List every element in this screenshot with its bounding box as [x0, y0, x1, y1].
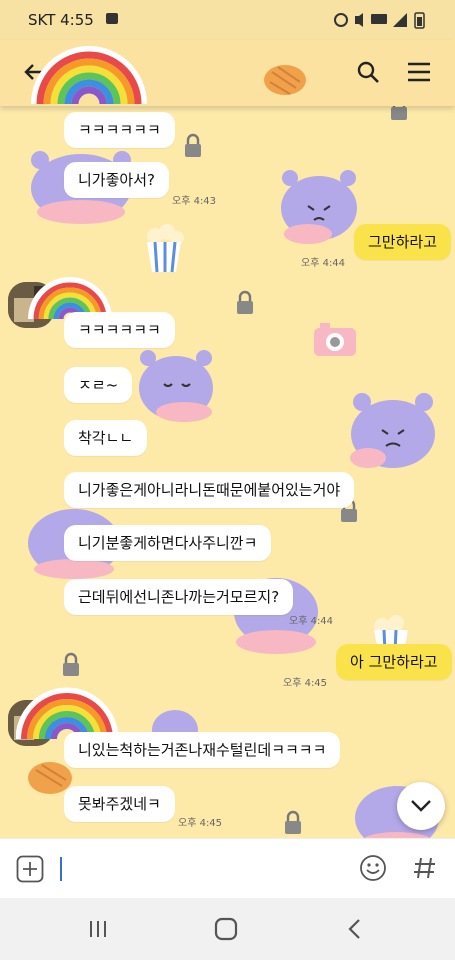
hippo-sticker-sad [139, 350, 213, 422]
recent-apps-icon [90, 921, 106, 937]
carrier-time: SKT 4:55 [28, 11, 94, 29]
hippo-sticker-sad [350, 393, 435, 468]
hashtag-icon [414, 857, 435, 879]
message-bubble[interactable]: 니가좋아서? [64, 162, 169, 198]
bread-sticker [264, 65, 306, 95]
message-time: 오후 4:45 [283, 678, 328, 689]
signal-icon [393, 13, 407, 27]
message-input-bar [0, 838, 455, 899]
lock-icon [185, 133, 201, 157]
search-icon [357, 61, 379, 83]
text-cursor [60, 857, 62, 881]
chevron-down-icon [411, 800, 431, 812]
message-bubble[interactable]: ㅋㅋㅋㅋㅋㅋ [64, 112, 175, 148]
battery-level [417, 17, 422, 26]
recent-apps-button[interactable] [78, 916, 118, 942]
status-bar: SKT 4:55 [0, 0, 455, 40]
emoji-button[interactable] [358, 853, 388, 883]
alarm-icon [334, 13, 348, 27]
image-icon [106, 13, 118, 24]
5g-icon [371, 14, 387, 24]
message-time: 오후 4:45 [178, 818, 223, 829]
back-nav-button[interactable] [334, 916, 374, 942]
message-bubble[interactable]: 니기분좋게하면다사주니깐ㅋ [64, 525, 272, 561]
message-bubble[interactable]: ㅋㅋㅋㅋㅋㅋ [64, 312, 175, 348]
rainbow-sticker [31, 46, 147, 105]
status-icons [333, 11, 433, 32]
lock-icon [63, 652, 79, 676]
system-nav-bar [0, 898, 455, 960]
search-button[interactable] [350, 54, 386, 90]
message-time: 오후 4:43 [172, 196, 217, 207]
camera-sticker [314, 323, 356, 356]
menu-icon [408, 62, 430, 82]
hashtag-button[interactable] [410, 853, 440, 883]
status-icons-svg [334, 12, 425, 29]
plus-icon [16, 855, 44, 883]
lock-icon [285, 810, 301, 834]
message-time: 오후 4:44 [289, 616, 334, 627]
menu-button[interactable] [401, 54, 437, 90]
message-bubble[interactable]: ㅈㄹ~ [64, 367, 133, 403]
message-input[interactable] [60, 855, 340, 883]
my-message-bubble[interactable]: 그만하라고 [354, 224, 452, 260]
message-bubble[interactable]: 못봐주겠네ㅋ [64, 786, 175, 822]
add-button[interactable] [16, 855, 44, 883]
lock-icon [237, 290, 253, 314]
message-bubble[interactable]: 착각ㄴㄴ [64, 420, 148, 456]
back-icon [348, 919, 360, 939]
popcorn-sticker [147, 224, 184, 273]
message-bubble[interactable]: 니있는척하는거존나재수털린데ㅋㅋㅋㅋ [64, 732, 341, 768]
emoji-icon [360, 855, 386, 881]
message-bubble[interactable]: 근데뒤에선니존나까는거모르지? [64, 579, 294, 615]
chat-area[interactable]: ㅋㅋㅋㅋㅋㅋ 니가좋아서? 오후 4:43 그만하라고 오후 4:44 ㅋㅋㅋㅋ… [0, 106, 455, 838]
home-button[interactable] [206, 916, 246, 942]
my-message-bubble[interactable]: 아 그만하라고 [336, 644, 452, 680]
home-icon [214, 917, 238, 941]
hippo-sticker-sad [281, 170, 357, 244]
lock-icon [391, 106, 407, 120]
message-bubble[interactable]: 니가좋은게아니라니돈때문에붙어있는거야 [64, 472, 355, 508]
scroll-to-bottom-button[interactable] [397, 782, 445, 830]
mute-icon [355, 13, 363, 27]
message-time: 오후 4:44 [301, 258, 346, 269]
chat-header [0, 40, 455, 106]
